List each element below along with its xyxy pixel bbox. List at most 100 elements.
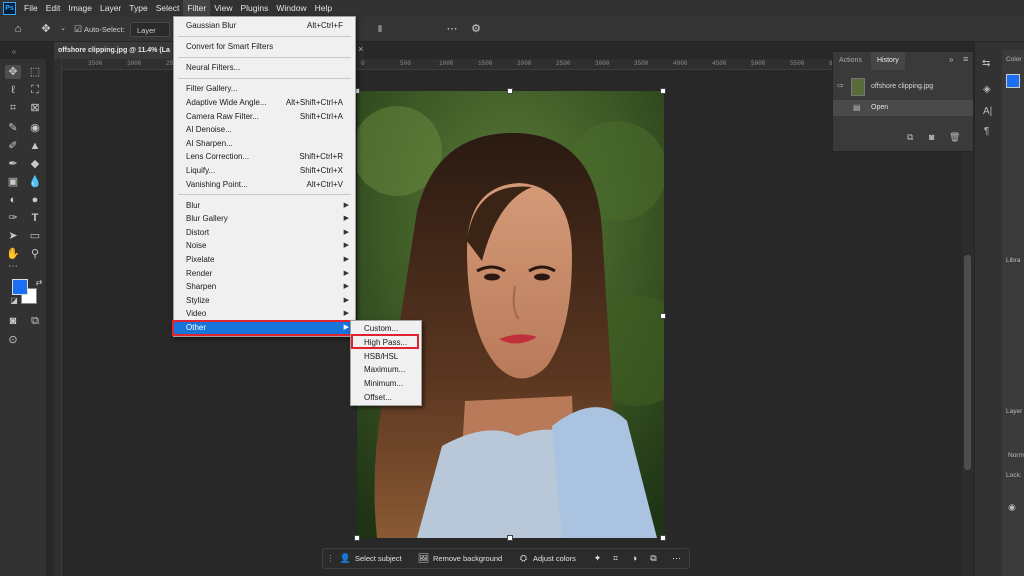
- menu-plugins[interactable]: Plugins: [236, 0, 272, 17]
- layers-panel-label[interactable]: Layer: [1006, 408, 1022, 415]
- filter-menu-item-adaptive-wide-angle[interactable]: Adaptive Wide Angle... Alt+Shift+Ctrl+A: [174, 96, 355, 109]
- scrollbar-thumb[interactable]: [964, 255, 971, 470]
- filter-menu-item-neural-filters[interactable]: Neural Filters...: [174, 61, 355, 74]
- blend-mode-dropdown[interactable]: Norm: [1008, 452, 1024, 459]
- other-submenu-item-minimum[interactable]: Minimum...: [351, 377, 421, 390]
- eraser-tool-icon[interactable]: ◆: [27, 157, 43, 171]
- document-tab[interactable]: offshore clipping.jpg @ 11.4% (La: [54, 42, 172, 59]
- menu-image[interactable]: Image: [64, 0, 96, 17]
- filter-menu-item-blur[interactable]: Blur ▶: [174, 199, 355, 212]
- filter-menu-item-ai-denoise[interactable]: AI Denoise...: [174, 123, 355, 136]
- eyedropper-tool-icon[interactable]: ✎: [5, 121, 21, 135]
- collapse-icon[interactable]: «: [6, 45, 22, 59]
- menu-type[interactable]: Type: [125, 0, 151, 17]
- history-brush-tool-icon[interactable]: ✒: [5, 157, 21, 171]
- frame-tool-icon[interactable]: ⊠: [27, 101, 43, 115]
- auto-select-dropdown[interactable]: Layer: [130, 22, 170, 37]
- marquee-tool-icon[interactable]: ⬚: [27, 65, 43, 79]
- mask-icon[interactable]: ◑: [628, 552, 641, 565]
- transform-handle[interactable]: [354, 535, 360, 541]
- more-tools-icon[interactable]: ⋯: [5, 260, 21, 274]
- filter-menu-item-filter-gallery[interactable]: Filter Gallery...: [174, 82, 355, 95]
- brush-settings-icon[interactable]: ◈: [983, 84, 991, 95]
- menu-layer[interactable]: Layer: [96, 0, 125, 17]
- blur-tool-icon[interactable]: 💧: [27, 175, 43, 189]
- menu-select[interactable]: Select: [152, 0, 184, 17]
- transform-handle[interactable]: [660, 313, 666, 319]
- adjust-panel-icon[interactable]: ⇆: [982, 58, 990, 69]
- select-subject-button[interactable]: Select subject: [355, 549, 402, 568]
- move-tool-icon[interactable]: ✥: [5, 65, 21, 79]
- healing-brush-tool-icon[interactable]: ◉: [27, 121, 43, 135]
- path-selection-tool-icon[interactable]: ➤: [5, 229, 21, 243]
- photoshop-logo[interactable]: Ps: [3, 2, 16, 15]
- paragraph-panel-icon[interactable]: ¶: [984, 126, 989, 137]
- filter-menu-item-liquify[interactable]: Liquify... Shift+Ctrl+X: [174, 164, 355, 177]
- libraries-panel-label[interactable]: Libra: [1006, 257, 1020, 264]
- color-panel-label[interactable]: Color: [1006, 56, 1022, 63]
- menu-edit[interactable]: Edit: [42, 0, 65, 17]
- close-tab-icon[interactable]: ×: [358, 44, 363, 54]
- transform-handle[interactable]: [660, 535, 666, 541]
- move-icon[interactable]: ✥: [38, 21, 54, 37]
- filter-menu-item-sharpen[interactable]: Sharpen ▶: [174, 280, 355, 293]
- tab-actions[interactable]: Actions: [833, 52, 868, 70]
- character-panel-icon[interactable]: A|: [983, 106, 992, 117]
- canvas-image[interactable]: [357, 91, 664, 538]
- transform-handle[interactable]: [507, 88, 513, 94]
- type-tool-icon[interactable]: T: [27, 211, 43, 225]
- chevron-down-icon[interactable]: ⌄: [55, 21, 71, 37]
- ellipsis-icon[interactable]: ⋯: [444, 21, 460, 37]
- menu-help[interactable]: Help: [311, 0, 336, 17]
- eye-icon[interactable]: ◉: [1008, 502, 1016, 513]
- filter-menu-item-gaussian-blur[interactable]: Gaussian Blur Alt+Ctrl+F: [174, 19, 355, 32]
- camera-icon[interactable]: ◙: [929, 132, 934, 142]
- filter-menu-item-lens-correction[interactable]: Lens Correction... Shift+Ctrl+R: [174, 150, 355, 163]
- other-submenu-item-hsb-hsl[interactable]: HSB/HSL: [351, 350, 421, 363]
- crop-tool-icon[interactable]: ⌗: [5, 101, 21, 115]
- fill-icon[interactable]: ⧉: [647, 552, 660, 565]
- color-swatch[interactable]: [1006, 74, 1020, 88]
- tab-history[interactable]: History: [871, 52, 905, 70]
- align-icon[interactable]: ⫴: [372, 21, 388, 37]
- menu-filter[interactable]: Filter: [183, 0, 211, 17]
- adjust-colors-button[interactable]: Adjust colors: [533, 549, 576, 568]
- history-state-row[interactable]: ▤ Open: [833, 100, 973, 116]
- dodge-tool-icon[interactable]: ◐: [5, 193, 21, 207]
- brush-tool-icon[interactable]: ✐: [5, 139, 21, 153]
- filter-menu-item-blur-gallery[interactable]: Blur Gallery ▶: [174, 212, 355, 225]
- remove-background-button[interactable]: Remove background: [433, 549, 502, 568]
- menu-view[interactable]: View: [210, 0, 236, 17]
- menu-file[interactable]: File: [20, 0, 42, 17]
- new-document-from-state-icon[interactable]: ⧉: [907, 132, 913, 143]
- quick-mask-icon[interactable]: ◙: [5, 314, 21, 328]
- drag-handle-icon[interactable]: ⋮: [324, 552, 337, 565]
- home-icon[interactable]: ⌂: [10, 21, 26, 37]
- menu-window[interactable]: Window: [272, 0, 310, 17]
- foreground-color-swatch[interactable]: [12, 279, 28, 295]
- filter-menu-item-camera-raw-filter[interactable]: Camera Raw Filter... Shift+Ctrl+A: [174, 110, 355, 123]
- history-snapshot-row[interactable]: ⇨ offshore clipping.jpg: [833, 76, 973, 98]
- gradient-tool-icon[interactable]: ▣: [5, 175, 21, 189]
- transform-handle[interactable]: [507, 535, 513, 541]
- filter-menu-item-ai-sharpen[interactable]: AI Sharpen...: [174, 137, 355, 150]
- sparkle-icon[interactable]: ✦: [591, 552, 604, 565]
- other-submenu-item-maximum[interactable]: Maximum...: [351, 363, 421, 376]
- filter-menu-item-render[interactable]: Render ▶: [174, 267, 355, 280]
- filter-menu-item-noise[interactable]: Noise ▶: [174, 239, 355, 252]
- default-colors-icon[interactable]: ◪: [6, 294, 22, 308]
- filter-menu-item-video[interactable]: Video ▶: [174, 307, 355, 320]
- zoom-tool-icon[interactable]: ⚲: [27, 247, 43, 261]
- filter-menu-item-distort[interactable]: Distort ▶: [174, 226, 355, 239]
- filter-menu-item-vanishing-point[interactable]: Vanishing Point... Alt+Ctrl+V: [174, 178, 355, 191]
- transform-icon[interactable]: ⌗: [609, 552, 622, 565]
- hand-tool-icon[interactable]: ✋: [5, 247, 21, 261]
- expand-panel-icon[interactable]: »: [949, 55, 953, 64]
- screen-mode-icon[interactable]: ⧉: [27, 314, 43, 328]
- trash-icon[interactable]: 🗑: [949, 132, 960, 143]
- filter-menu-item-pixelate[interactable]: Pixelate ▶: [174, 253, 355, 266]
- pen-tool-icon[interactable]: ✑: [5, 211, 21, 225]
- more-options-icon[interactable]: ⋯: [670, 552, 683, 565]
- lasso-tool-icon[interactable]: ℓ: [5, 83, 21, 97]
- transform-handle[interactable]: [660, 88, 666, 94]
